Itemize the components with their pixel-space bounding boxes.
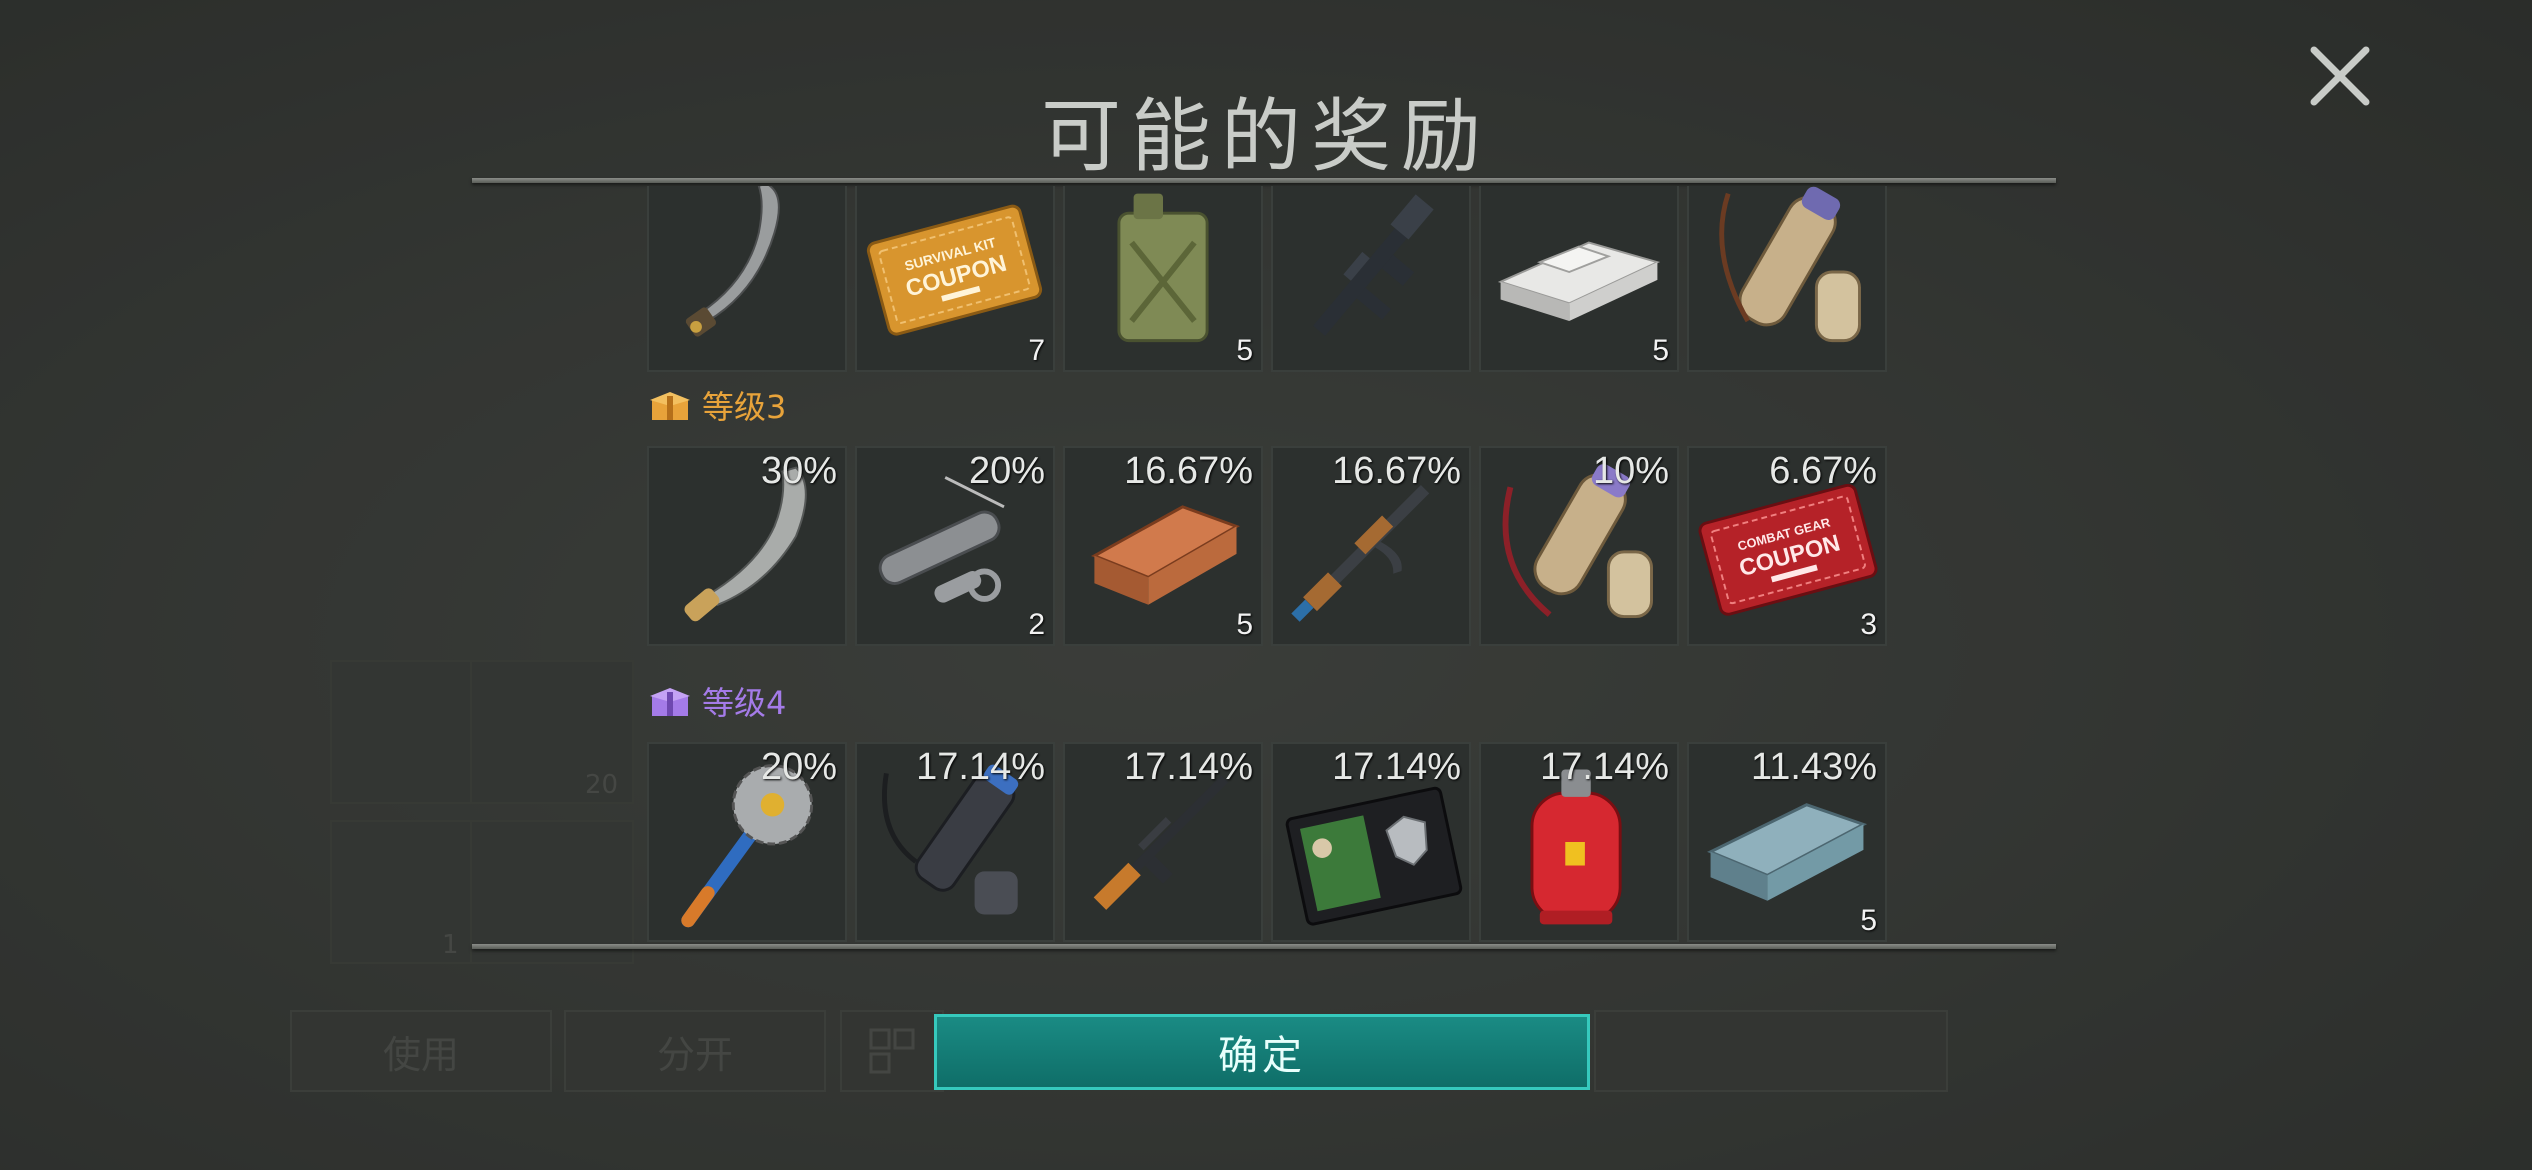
reward-slot-combat-gear-coupon[interactable]: COMBAT GEAR COUPON 6.67% 3 xyxy=(1687,446,1887,646)
reward-chance: 30% xyxy=(760,450,837,492)
reward-slot-aluminum-ingots[interactable]: 5 xyxy=(1479,186,1679,372)
tier4-label: 等级4 xyxy=(702,684,787,722)
reward-count: 5 xyxy=(1652,334,1669,367)
reward-slot-jerrycan[interactable]: 5 xyxy=(1063,186,1263,372)
reward-slot-quiver-red[interactable]: 10% xyxy=(1479,446,1679,646)
reward-chance: 11.43% xyxy=(1750,746,1877,788)
reward-slot-ak-rifle[interactable]: 16.67% xyxy=(1271,446,1471,646)
reward-slot-suppressor-parts[interactable]: 20% 2 xyxy=(855,446,1055,646)
assault-rifle-icon xyxy=(1313,194,1434,336)
reward-count: 5 xyxy=(1236,608,1253,641)
rewards-scroll-area[interactable]: SURVIVAL KIT COUPON 7 5 5 等级3 30% 20% 2 … xyxy=(472,186,2056,942)
reward-slot-quiver[interactable] xyxy=(1687,186,1887,372)
reward-slot-police-badge[interactable]: 17.14% xyxy=(1271,742,1471,942)
reward-slot-svd-rifle[interactable]: 17.14% xyxy=(1063,742,1263,942)
reward-slot-gas-cylinder[interactable]: 17.14% xyxy=(1479,742,1679,942)
reward-chance: 10% xyxy=(1592,450,1669,492)
aluminum-ingots-icon xyxy=(1497,241,1661,321)
reward-chance: 20% xyxy=(760,746,837,788)
reward-slot-tactical-flashlight[interactable]: 17.14% xyxy=(855,742,1055,942)
survival-kit-coupon-icon: SURVIVAL KIT COUPON xyxy=(866,204,1043,336)
close-icon xyxy=(2310,46,2370,106)
reward-chance: 6.67% xyxy=(1769,450,1877,492)
bottom-divider xyxy=(472,944,2056,949)
machete-icon xyxy=(685,186,780,337)
reward-chance: 16.67% xyxy=(1124,450,1253,492)
reward-slot-machete[interactable] xyxy=(647,186,847,372)
reward-count: 5 xyxy=(1236,334,1253,367)
reward-slot-copper-ingot[interactable]: 16.67% 5 xyxy=(1063,446,1263,646)
reward-slot-survival-kit-coupon[interactable]: SURVIVAL KIT COUPON 7 xyxy=(855,186,1055,372)
reward-count: 2 xyxy=(1028,608,1045,641)
reward-slot-assault-rifle[interactable] xyxy=(1271,186,1471,372)
tier3-header: 等级3 xyxy=(648,382,786,428)
top-divider xyxy=(472,178,2056,183)
reward-chance: 17.14% xyxy=(1540,746,1669,788)
reward-box-icon xyxy=(650,688,690,716)
close-button[interactable] xyxy=(2300,36,2380,116)
reward-count: 7 xyxy=(1028,334,1045,367)
tier4-header: 等级4 xyxy=(648,678,786,724)
reward-chance: 17.14% xyxy=(916,746,1045,788)
reward-slot-saw-mace[interactable]: 20% xyxy=(647,742,847,942)
reward-chance: 17.14% xyxy=(1124,746,1253,788)
reward-slot-broad-machete[interactable]: 30% xyxy=(647,446,847,646)
tier3-label: 等级3 xyxy=(702,388,787,426)
jerrycan-icon xyxy=(1117,193,1209,343)
reward-box-icon xyxy=(650,392,690,420)
quiver-icon xyxy=(1719,186,1861,343)
reward-chance: 16.67% xyxy=(1332,450,1461,492)
modal-title: 可能的奖励 xyxy=(1041,90,1491,183)
reward-chance: 17.14% xyxy=(1332,746,1461,788)
confirm-button[interactable]: 确定 xyxy=(934,1014,1590,1090)
reward-count: 5 xyxy=(1860,904,1877,937)
reward-chance: 20% xyxy=(968,450,1045,492)
reward-count: 3 xyxy=(1860,608,1877,641)
reward-slot-steel-ingot[interactable]: 11.43% 5 xyxy=(1687,742,1887,942)
